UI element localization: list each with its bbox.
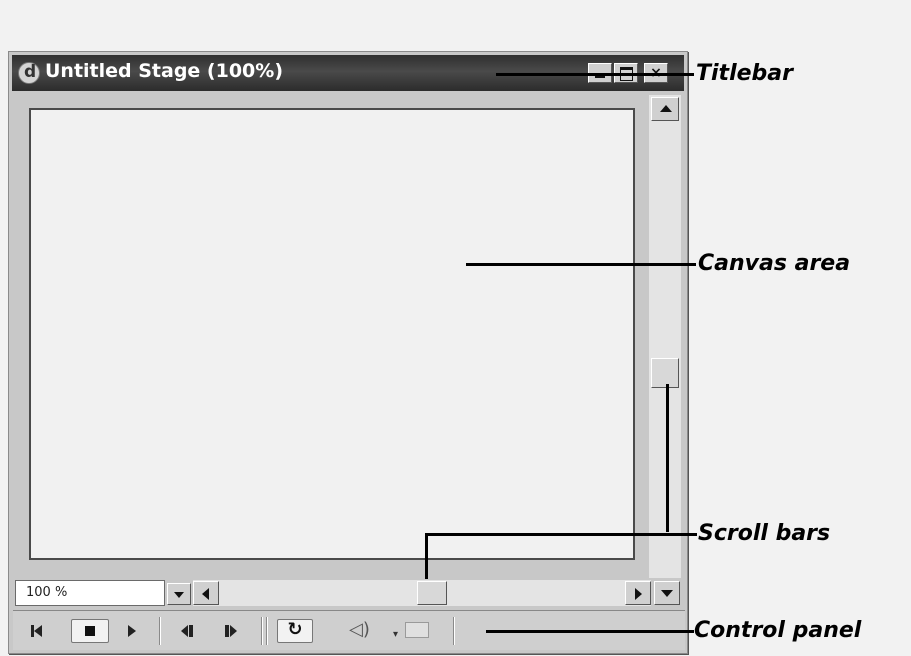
scroll-down-button[interactable] (654, 581, 680, 605)
step-forward-icon[interactable] (223, 619, 241, 643)
scroll-left-button[interactable] (193, 581, 219, 605)
zoom-field[interactable]: 100 % (15, 580, 165, 606)
separator (159, 617, 161, 645)
horizontal-scrollbar[interactable] (193, 580, 651, 606)
scrollbars-leader (425, 533, 697, 536)
zoom-dropdown-button[interactable] (167, 583, 191, 605)
rewind-icon[interactable] (29, 619, 45, 643)
titlebar-leader (496, 73, 694, 76)
separator (261, 617, 263, 645)
titlebar-callout: Titlebar (696, 61, 793, 86)
control-panel-callout: Control panel (694, 618, 862, 643)
stop-icon[interactable] (71, 619, 109, 643)
canvas-area[interactable] (29, 108, 635, 560)
app-icon (18, 62, 40, 84)
stage-window: Untitled Stage (100%) × 100 % ↻ ◁) ▾ (8, 51, 688, 654)
horizontal-scroll-thumb[interactable] (417, 581, 447, 605)
play-icon[interactable] (125, 619, 141, 643)
hscroll-leader (425, 533, 428, 579)
vertical-scrollbar[interactable] (649, 95, 681, 578)
scrollbars-callout: Scroll bars (698, 521, 831, 546)
separator (266, 617, 268, 645)
canvas-leader (466, 263, 696, 266)
vertical-scroll-thumb[interactable] (651, 358, 679, 388)
control-panel-leader (486, 630, 694, 633)
loop-icon[interactable]: ↻ (277, 619, 313, 643)
scroll-up-button[interactable] (651, 97, 679, 121)
volume-icon[interactable]: ◁) (349, 619, 371, 643)
canvas-callout: Canvas area (698, 251, 851, 276)
vscroll-leader (666, 384, 669, 532)
window-title: Untitled Stage (100%) (45, 60, 284, 82)
step-backward-icon[interactable] (179, 619, 197, 643)
volume-dropdown-icon[interactable]: ▾ (393, 629, 401, 653)
separator (453, 617, 455, 645)
selection-icon[interactable] (405, 622, 429, 638)
scroll-right-button[interactable] (625, 581, 651, 605)
